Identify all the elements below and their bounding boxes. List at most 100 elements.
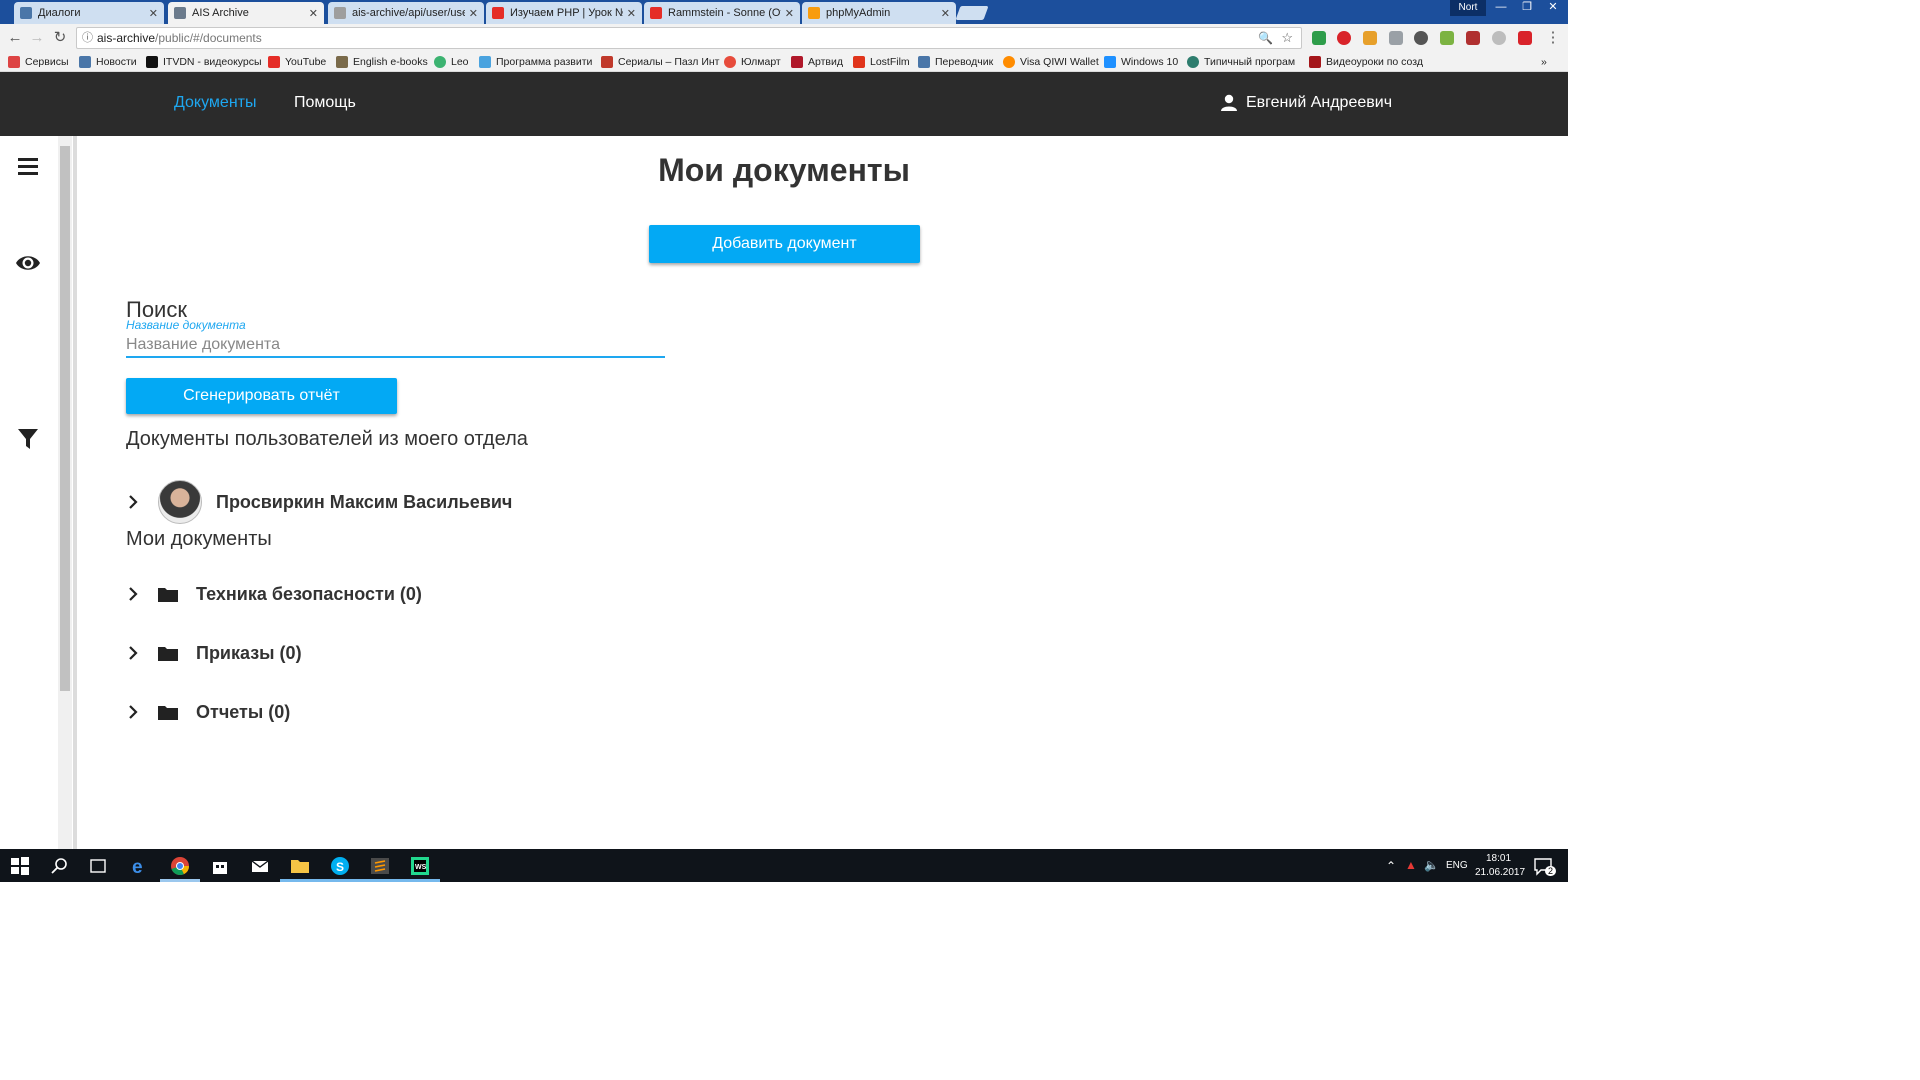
- bookmark-item[interactable]: Юлмарт: [724, 55, 781, 69]
- chrome-icon[interactable]: [170, 856, 190, 876]
- app-header: Документы Помощь Евгений Андреевич: [0, 72, 1568, 136]
- clock-time[interactable]: 18:01: [1486, 853, 1511, 864]
- sublime-text-icon[interactable]: [370, 856, 390, 876]
- browser-tab[interactable]: phpMyAdmin ✕: [802, 2, 956, 24]
- nav-documents-link[interactable]: Документы: [174, 94, 256, 112]
- shield-extension-icon[interactable]: [1312, 31, 1326, 45]
- bookmark-star-icon[interactable]: ☆: [1281, 28, 1293, 48]
- artvid-icon: [791, 56, 803, 68]
- department-documents-title: Документы пользователей из моего отдела: [126, 428, 528, 450]
- volume-icon[interactable]: 🔈: [1424, 858, 1439, 872]
- puzzle-extension-icon[interactable]: [1363, 31, 1377, 45]
- forward-icon[interactable]: →: [28, 29, 46, 47]
- browser-tab[interactable]: Изучаем PHP | Урок №2 ✕: [486, 2, 642, 24]
- filter-icon[interactable]: [15, 426, 41, 452]
- tab-close-icon[interactable]: ✕: [149, 7, 158, 20]
- browser-tab-active[interactable]: AIS Archive ✕: [168, 2, 324, 24]
- search-icon[interactable]: [50, 856, 70, 876]
- bookmark-item[interactable]: Артвид: [791, 55, 843, 69]
- folder-row[interactable]: Отчеты (0): [126, 690, 290, 734]
- zoom-icon[interactable]: 🔍: [1258, 28, 1273, 48]
- bookmark-item[interactable]: Переводчик: [918, 55, 993, 69]
- maximize-button[interactable]: ❐: [1514, 0, 1540, 16]
- tab-close-icon[interactable]: ✕: [785, 7, 794, 20]
- department-user-row[interactable]: Просвиркин Максим Васильевич: [126, 480, 512, 524]
- bookmark-item[interactable]: Видеоуроки по созд: [1309, 55, 1423, 69]
- sidebar-scrollbar[interactable]: [58, 136, 72, 849]
- folder-icon: [158, 647, 178, 661]
- bookmark-item[interactable]: English e-books: [336, 55, 428, 69]
- skype-icon[interactable]: S: [330, 856, 350, 876]
- info-icon[interactable]: ⓘ: [82, 28, 93, 48]
- chevron-right-icon[interactable]: [126, 587, 140, 601]
- browser-tab[interactable]: ais-archive/api/user/user ✕: [328, 2, 484, 24]
- task-view-icon[interactable]: [88, 856, 108, 876]
- tab-close-icon[interactable]: ✕: [627, 7, 636, 20]
- generate-report-button[interactable]: Сгенерировать отчёт: [126, 378, 397, 414]
- bookmark-item[interactable]: Сериалы – Пазл Инт: [601, 55, 719, 69]
- book-icon: [336, 56, 348, 68]
- tab-close-icon[interactable]: ✕: [469, 7, 478, 20]
- bookmark-apps[interactable]: Сервисы: [8, 55, 69, 69]
- reload-icon[interactable]: ↻: [51, 29, 69, 47]
- red-extension-icon[interactable]: [1518, 31, 1532, 45]
- chevron-right-icon[interactable]: [126, 646, 140, 660]
- search-floating-label: Название документа: [126, 318, 246, 332]
- timer-extension-icon[interactable]: [1414, 31, 1428, 45]
- new-tab-button[interactable]: [955, 6, 989, 20]
- bookmark-item[interactable]: Новости: [79, 55, 137, 69]
- edge-browser-icon[interactable]: e: [130, 856, 150, 876]
- document-name-search-input[interactable]: [126, 333, 665, 358]
- bookmark-item[interactable]: Программа развити: [479, 55, 592, 69]
- minimize-button[interactable]: —: [1488, 0, 1514, 16]
- clock-date[interactable]: 21.06.2017: [1475, 867, 1525, 878]
- file-explorer-icon[interactable]: [290, 856, 310, 876]
- chrome-menu-icon[interactable]: ⋮: [1544, 29, 1562, 47]
- browser-tab[interactable]: Диалоги ✕: [14, 2, 164, 24]
- bookmark-item[interactable]: ITVDN - видеокурсы: [146, 55, 262, 69]
- bookmark-item[interactable]: YouTube: [268, 55, 326, 69]
- scrollbar-thumb[interactable]: [60, 146, 70, 691]
- bookmark-label: Типичный програм: [1204, 56, 1296, 68]
- folder-row[interactable]: Техника безопасности (0): [126, 572, 422, 616]
- webstorm-icon[interactable]: WS: [410, 856, 430, 876]
- program-icon: [479, 56, 491, 68]
- language-indicator[interactable]: ENG: [1446, 860, 1468, 871]
- tab-close-icon[interactable]: ✕: [309, 7, 318, 20]
- folder-row[interactable]: Приказы (0): [126, 631, 302, 675]
- add-document-button[interactable]: Добавить документ: [649, 225, 920, 263]
- bookmarks-more-button[interactable]: »: [1541, 55, 1547, 69]
- bookmark-item[interactable]: LostFilm: [853, 55, 910, 69]
- tab-close-icon[interactable]: ✕: [941, 7, 950, 20]
- leaf-extension-icon[interactable]: [1440, 31, 1454, 45]
- thumb-extension-icon[interactable]: [1466, 31, 1480, 45]
- bookmark-item[interactable]: Leo: [434, 55, 469, 69]
- tab-title: ais-archive/api/user/user: [352, 7, 465, 19]
- browser-tab[interactable]: Rammstein - Sonne (Offi ✕: [644, 2, 800, 24]
- bookmark-item[interactable]: Типичный програм: [1187, 55, 1295, 69]
- eye-icon[interactable]: [15, 250, 41, 276]
- windows-taskbar: e S WS ⌃ ▲ 🔈 ENG 18:01 21.06.2017 2: [0, 849, 1568, 882]
- back-icon[interactable]: ←: [6, 29, 24, 47]
- nav-help-link[interactable]: Помощь: [294, 94, 356, 112]
- bookmark-item[interactable]: Windows 10: [1104, 55, 1178, 69]
- network-status-icon[interactable]: ▲: [1405, 858, 1417, 872]
- profile-badge[interactable]: Nort: [1450, 0, 1486, 16]
- circle-extension-icon[interactable]: [1492, 31, 1506, 45]
- bookmark-item[interactable]: Visa QIWI Wallet: [1003, 55, 1099, 69]
- chevron-right-icon[interactable]: [126, 495, 140, 509]
- page-favicon-icon: [334, 7, 346, 19]
- bookmark-label: English e-books: [353, 56, 428, 68]
- mail-icon[interactable]: [250, 856, 270, 876]
- close-window-button[interactable]: ✕: [1540, 0, 1566, 16]
- user-menu[interactable]: Евгений Андреевич: [1220, 94, 1392, 112]
- svg-text:WS: WS: [415, 864, 427, 871]
- copy-extension-icon[interactable]: [1389, 31, 1403, 45]
- address-bar[interactable]: ⓘ ais-archive/public/#/documents 🔍 ☆: [76, 27, 1302, 49]
- windows-start-icon[interactable]: [10, 856, 30, 876]
- tray-chevron-icon[interactable]: ⌃: [1386, 859, 1396, 873]
- store-icon[interactable]: [210, 856, 230, 876]
- bookmark-label: Leo: [451, 56, 469, 68]
- chevron-right-icon[interactable]: [126, 705, 140, 719]
- adblock-extension-icon[interactable]: [1337, 31, 1351, 45]
